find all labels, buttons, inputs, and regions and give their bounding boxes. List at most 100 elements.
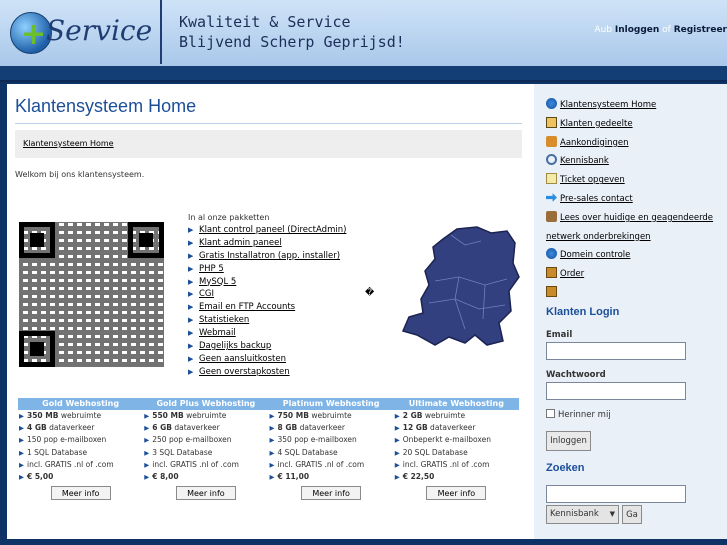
- plan-traffic: 8 GB: [277, 423, 298, 433]
- sidebar-item-network-status[interactable]: Lees over huidige en geagendeerde netwer…: [546, 209, 726, 247]
- box-icon: [546, 267, 557, 279]
- sidebar-item-client-area[interactable]: Klanten gedeelte: [546, 115, 726, 134]
- sidebar-item-label[interactable]: Domein controle: [560, 250, 630, 260]
- feature-link[interactable]: Geen overstapkosten: [199, 367, 290, 377]
- arrow-right-icon: ▶: [188, 290, 194, 299]
- feature-item[interactable]: ▶ Gratis Installatron (app. installer): [188, 251, 346, 264]
- sidebar-item-order[interactable]: Order: [546, 265, 726, 284]
- plan-column: ▶ 750 MB webruimte ▶ 8 GB dataverkeer ▶ 350…: [269, 410, 394, 483]
- remember-label: Herinner mij: [558, 410, 611, 420]
- remember-me[interactable]: Herinner mij: [546, 409, 611, 420]
- feature-item[interactable]: ▶ Email en FTP Accounts: [188, 302, 346, 315]
- feature-item[interactable]: ▶ Klant admin paneel: [188, 238, 346, 251]
- feature-link[interactable]: Dagelijks backup: [199, 341, 271, 351]
- feature-item[interactable]: ▶ MySQL 5: [188, 277, 346, 290]
- sidebar-item-label[interactable]: Kennisbank: [560, 156, 609, 166]
- feature-item[interactable]: ▶ Statistieken: [188, 315, 346, 328]
- sidebar-item-label[interactable]: Order: [560, 269, 584, 279]
- plan-domain: incl. GRATIS .nl of .com: [277, 459, 365, 469]
- qr-code-image: [19, 222, 164, 367]
- plan-name: Gold Webhosting: [42, 399, 120, 408]
- sidebar-item-announcements[interactable]: Aankondigingen: [546, 134, 726, 153]
- sidebar-item-label[interactable]: Klanten gedeelte: [560, 119, 633, 129]
- bullet-icon: ▶: [394, 436, 400, 445]
- feature-link[interactable]: Email en FTP Accounts: [199, 302, 295, 312]
- feature-link[interactable]: Klant control paneel (DirectAdmin): [199, 225, 346, 235]
- sidebar-item-presales[interactable]: Pre-sales contact: [546, 190, 726, 209]
- plan-db: 3 SQL Database: [152, 447, 213, 457]
- feature-link[interactable]: Gratis Installatron (app. installer): [199, 251, 340, 261]
- more-info-button[interactable]: Meer info: [301, 486, 362, 501]
- bullet-icon: ▶: [394, 472, 400, 481]
- bullet-icon: ▶: [144, 448, 150, 457]
- traffic-suffix: dataverkeer: [297, 423, 346, 433]
- arrow-icon: [546, 193, 557, 202]
- feature-link[interactable]: Statistieken: [199, 315, 249, 325]
- features-intro: In al onze pakketten: [188, 213, 270, 222]
- sidebar-item-home[interactable]: Klantensysteem Home: [546, 96, 726, 115]
- toplinks-or: of: [659, 25, 674, 35]
- password-field[interactable]: [546, 382, 686, 400]
- sidebar-item-cart[interactable]: [546, 284, 726, 303]
- arrow-right-icon: ▶: [188, 251, 194, 260]
- feature-item[interactable]: ▶ Dagelijks backup: [188, 341, 346, 354]
- plan-domain: incl. GRATIS .nl of .com: [27, 459, 114, 469]
- plan-price: € 8,00: [152, 471, 179, 481]
- search-input[interactable]: [546, 485, 686, 503]
- breadcrumb-home-link[interactable]: Klantensysteem Home: [23, 139, 114, 148]
- more-info-button[interactable]: Meer info: [50, 486, 111, 501]
- feature-item[interactable]: ▶ CGI: [188, 289, 346, 302]
- sidebar-item-label[interactable]: Pre-sales contact: [560, 194, 633, 204]
- hosting-plans-table: Gold Webhosting Gold Plus Webhosting Pla…: [18, 398, 519, 501]
- plan-space: 750 MB: [277, 411, 309, 420]
- feature-link[interactable]: Klant admin paneel: [199, 238, 282, 248]
- plan-mail: 350 pop e-mailboxen: [277, 435, 357, 445]
- top-login-link[interactable]: Inloggen: [615, 25, 659, 35]
- arrow-right-icon: ▶: [188, 367, 194, 376]
- more-info-button[interactable]: Meer info: [426, 486, 487, 501]
- plan-price: € 22,50: [402, 471, 435, 481]
- password-label: Wachtwoord: [546, 370, 606, 380]
- space-suffix: webruimte: [308, 411, 352, 420]
- feature-link[interactable]: Webmail: [199, 328, 236, 338]
- arrow-right-icon: ▶: [188, 316, 194, 325]
- feature-link[interactable]: PHP 5: [199, 264, 224, 274]
- header-band: [0, 66, 727, 82]
- top-register-link[interactable]: Registreer: [674, 25, 727, 35]
- bullet-icon: ▶: [144, 412, 150, 420]
- sidebar-item-label[interactable]: Lees over huidige en geagendeerde netwer…: [546, 213, 713, 242]
- title-divider: [15, 123, 522, 124]
- plan-column: ▶ 350 MB webruimte ▶ 4 GB dataverkeer ▶ 150…: [18, 410, 143, 483]
- more-info-button[interactable]: Meer info: [175, 486, 236, 501]
- feature-item[interactable]: ▶ Geen overstapkosten: [188, 367, 346, 380]
- feature-item[interactable]: ▶ PHP 5: [188, 264, 346, 277]
- sidebar-item-ticket[interactable]: Ticket opgeven: [546, 171, 726, 190]
- remember-checkbox[interactable]: [546, 409, 555, 418]
- breadcrumb: Klantensysteem Home: [15, 130, 522, 158]
- feature-item[interactable]: ▶ Klant control paneel (DirectAdmin): [188, 225, 346, 238]
- feature-item[interactable]: ▶ Webmail: [188, 328, 346, 341]
- chevron-down-icon: ▼: [609, 510, 615, 518]
- sidebar-item-domain-check[interactable]: Domein controle: [546, 246, 726, 265]
- email-field[interactable]: [546, 342, 686, 360]
- toplinks-prefix: Aub: [594, 25, 615, 35]
- sidebar-item-label[interactable]: Ticket opgeven: [560, 175, 625, 185]
- plan-traffic: 12 GB: [402, 423, 428, 433]
- sidebar-item-label[interactable]: Aankondigingen: [560, 138, 629, 148]
- slogan-line-2: Blijvend Scherp Geprijsd!: [179, 33, 405, 51]
- feature-link[interactable]: MySQL 5: [199, 277, 236, 287]
- bullet-icon: ▶: [144, 436, 150, 445]
- traffic-suffix: dataverkeer: [427, 423, 476, 433]
- arrow-right-icon: ▶: [188, 264, 194, 273]
- feature-link[interactable]: Geen aansluitkosten: [199, 354, 286, 364]
- feature-item[interactable]: ▶ Geen aansluitkosten: [188, 354, 346, 367]
- features-list: ▶ Klant control paneel (DirectAdmin) ▶ Kla…: [188, 225, 346, 380]
- sidebar-item-label[interactable]: Klantensysteem Home: [560, 100, 656, 110]
- arrow-right-icon: ▶: [188, 277, 194, 286]
- search-scope-select[interactable]: Kennisbank ▼: [546, 505, 619, 524]
- feature-link[interactable]: CGI: [199, 289, 214, 299]
- site-logo[interactable]: + Service: [6, 4, 156, 62]
- login-button[interactable]: Inloggen: [546, 431, 591, 451]
- search-button[interactable]: Ga: [622, 505, 642, 524]
- sidebar-item-knowledgebase[interactable]: Kennisbank: [546, 152, 726, 171]
